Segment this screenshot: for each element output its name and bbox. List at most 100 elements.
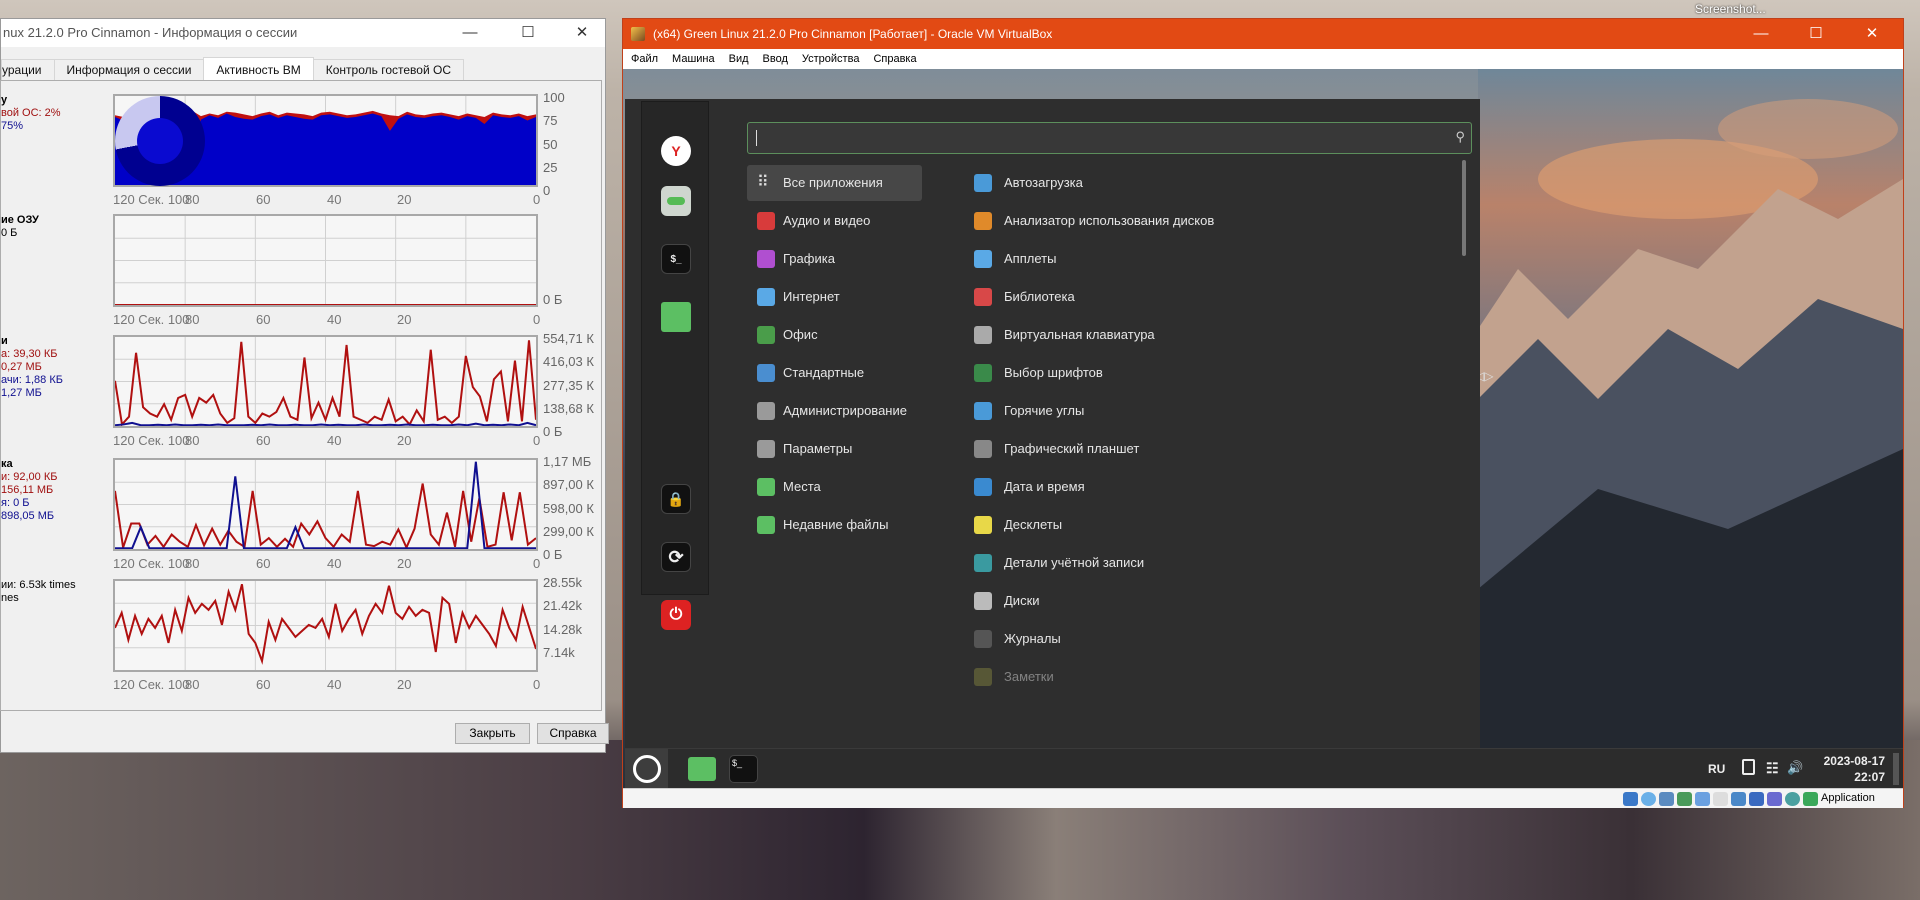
menu-view[interactable]: Вид [729,49,749,69]
y-tick-label: 75 [543,113,558,129]
application-icon [974,326,992,344]
x-tick-label: 60 [256,312,271,327]
category-item[interactable]: Аудио и видео [747,203,922,239]
taskbar-terminal-icon[interactable]: $_ [729,755,758,783]
application-icon [974,212,992,230]
keyboard-layout-indicator[interactable]: RU [1708,762,1725,776]
close-button[interactable]: ✕ [1849,19,1895,49]
category-item[interactable]: Места [747,469,922,505]
x-tick-label: 0 [533,556,541,571]
lock-icon[interactable]: 🔒 [661,484,691,514]
time: 22:07 [1854,770,1885,784]
application-item[interactable]: Детали учётной записи [970,545,1144,581]
network-icon[interactable]: ☷ [1766,760,1779,777]
folder-icon[interactable] [661,302,691,332]
menu-file[interactable]: Файл [631,49,658,69]
application-item[interactable]: Дата и время [970,469,1085,505]
audio-icon[interactable] [1659,792,1674,806]
optical-drive-icon[interactable] [1641,792,1656,806]
category-item[interactable]: Графика [747,241,922,277]
application-item[interactable]: Автозагрузка [970,165,1083,201]
x-tick-label: 60 [256,192,271,207]
search-input[interactable]: ⚲ [747,122,1472,154]
application-label: Анализатор использования дисков [1004,213,1215,228]
application-item[interactable]: Журналы [970,621,1061,657]
usb-icon[interactable] [1695,792,1710,806]
tab-guest-control[interactable]: Контроль гостевой ОС [312,59,464,80]
category-item[interactable]: Офис [747,317,922,353]
category-icon [757,288,775,306]
menu-devices[interactable]: Устройства [802,49,860,69]
clock[interactable]: 2023-08-17 22:07 [1809,753,1885,785]
help-button[interactable]: Справка [537,723,609,744]
removable-drives-icon[interactable] [1742,759,1755,775]
desktop-icon-label[interactable]: Screenshot... [1695,2,1766,16]
logout-icon[interactable]: ⟳ [661,542,691,572]
category-item[interactable]: Интернет [747,279,922,315]
maximize-button[interactable]: ☐ [505,19,551,47]
category-item[interactable]: Стандартные [747,355,922,391]
close-dialog-button[interactable]: Закрыть [455,723,530,744]
graph-legend-text: вой ОС: 2% [1,107,61,119]
tab-configuration[interactable]: урации [1,59,55,80]
power-icon[interactable]: ⏻ [661,600,691,630]
application-item[interactable]: Графический планшет [970,431,1139,467]
category-item[interactable]: Администрирование [747,393,922,429]
virtualbox-window: (x64) Green Linux 21.2.0 Pro Cinnamon [Р… [622,18,1904,808]
network-adapter-icon[interactable] [1677,792,1692,806]
category-icon [757,516,775,534]
application-item[interactable]: Анализатор использования дисков [970,203,1214,239]
menu-input[interactable]: Ввод [763,49,788,69]
yandex-browser-icon[interactable]: Y [661,136,691,166]
application-icon [974,288,992,306]
hard-disk-icon[interactable] [1623,792,1638,806]
application-item[interactable]: Десклеты [970,507,1062,543]
menu-help[interactable]: Справка [873,49,916,69]
tab-vm-activity[interactable]: Активность ВМ [203,57,314,80]
scrollbar[interactable] [1462,160,1466,256]
graph-legend-text: 75% [1,120,24,132]
application-item[interactable]: Диски [970,583,1040,619]
settings-toggle-icon[interactable] [661,186,691,216]
taskbar-files-icon[interactable] [688,757,716,781]
host-key-icon[interactable] [1803,792,1818,806]
shared-folders-icon[interactable] [1713,792,1728,806]
menu-button[interactable] [625,749,668,788]
terminal-icon[interactable]: $_ [661,244,691,274]
application-item[interactable]: Библиотека [970,279,1075,315]
vt-x-icon[interactable] [1767,792,1782,806]
category-label: Недавние файлы [783,517,889,532]
application-item[interactable]: Заметки [970,659,1054,695]
category-item[interactable]: Параметры [747,431,922,467]
x-tick-label: 40 [327,677,342,692]
maximize-button[interactable]: ☐ [1793,19,1839,49]
close-button[interactable]: ✕ [559,19,605,47]
category-item[interactable]: Недавние файлы [747,507,922,543]
guest-screen[interactable]: ◁▷ Y $_ 🔒 ⟳ ⏻ ⚲ ⠿ Все приложения Аудио и в… [623,69,1903,788]
x-tick-label: 20 [397,433,412,448]
graph-legend-text: ие ОЗУ [1,214,39,226]
graph-legend-text: и [1,335,8,347]
favorites-sidebar: Y $_ 🔒 ⟳ ⏻ [641,101,709,630]
category-label: Интернет [783,289,840,304]
x-tick-label: 20 [397,556,412,571]
category-item[interactable]: ⠿ Все приложения [747,165,922,201]
application-item[interactable]: Апплеты [970,241,1056,277]
minimize-button[interactable]: — [1738,19,1784,49]
graph-legend-text: ии: 6.53k times [1,579,76,591]
x-tick-label: 0 [533,312,541,327]
display-icon[interactable] [1731,792,1746,806]
x-tick-label: 120 Сек. 100 [113,312,190,327]
vbox-menubar: Файл Машина Вид Ввод Устройства Справка [623,49,1903,69]
menu-machine[interactable]: Машина [672,49,715,69]
volume-icon[interactable]: 🔊 [1787,760,1803,776]
application-item[interactable]: Виртуальная клавиатура [970,317,1155,353]
application-item[interactable]: Выбор шрифтов [970,355,1103,391]
application-item[interactable]: Горячие углы [970,393,1084,429]
minimize-button[interactable]: — [447,19,493,47]
vbox-titlebar: (x64) Green Linux 21.2.0 Pro Cinnamon [Р… [623,19,1903,49]
mouse-integration-icon[interactable] [1785,792,1800,806]
recording-icon[interactable] [1749,792,1764,806]
category-label: Графика [783,251,835,266]
tab-session-info[interactable]: Информация о сессии [53,59,205,80]
